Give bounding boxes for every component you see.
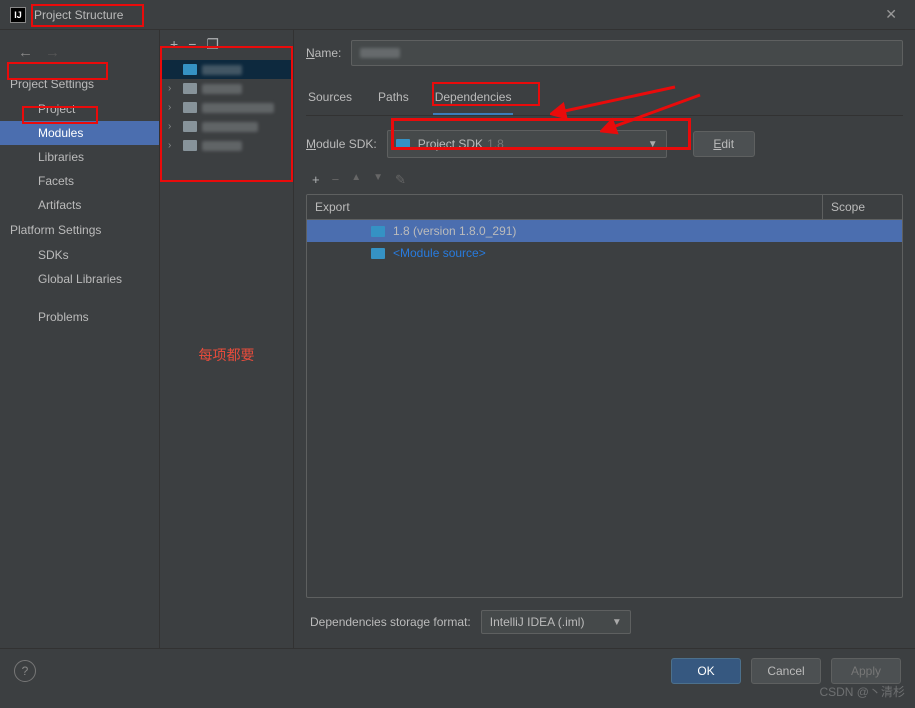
dep-name: 1.8 (version 1.8.0_291) bbox=[393, 224, 516, 238]
tab-dependencies[interactable]: Dependencies bbox=[433, 84, 514, 115]
folder-icon bbox=[371, 248, 385, 259]
remove-module-icon[interactable]: − bbox=[188, 36, 196, 52]
storage-format-select[interactable]: IntelliJ IDEA (.iml) ▼ bbox=[481, 610, 631, 634]
edit-button[interactable]: Edit bbox=[693, 131, 755, 157]
sidebar-item-facets[interactable]: Facets bbox=[0, 169, 159, 193]
folder-icon bbox=[183, 64, 197, 75]
edit-dep-icon[interactable]: ✎ bbox=[395, 172, 406, 188]
column-scope-header: Scope bbox=[822, 195, 902, 219]
chevron-down-icon: ▼ bbox=[648, 139, 658, 150]
sidebar-item-problems[interactable]: Problems bbox=[0, 305, 159, 329]
sdk-name: Project SDK bbox=[418, 137, 483, 151]
column-export-header: Export bbox=[307, 195, 822, 219]
folder-icon bbox=[183, 140, 197, 151]
folder-icon bbox=[183, 121, 197, 132]
chevron-right-icon[interactable]: › bbox=[168, 140, 178, 151]
watermark: CSDN @丶清杉 bbox=[819, 683, 905, 700]
module-name-blurred bbox=[202, 103, 274, 113]
module-item[interactable]: › bbox=[162, 117, 291, 136]
name-value-blurred bbox=[360, 48, 400, 58]
module-name-blurred bbox=[202, 65, 242, 75]
dependencies-table: Export Scope 1.8 (version 1.8.0_291) <Mo… bbox=[306, 194, 903, 598]
sidebar-item-libraries[interactable]: Libraries bbox=[0, 145, 159, 169]
module-item[interactable]: › bbox=[162, 136, 291, 155]
annotation-note: 每项都要 bbox=[160, 339, 293, 371]
table-row[interactable]: <Module source> bbox=[307, 242, 902, 264]
sdk-version: 1.8 bbox=[487, 137, 504, 151]
add-module-icon[interactable]: + bbox=[170, 36, 178, 52]
storage-value: IntelliJ IDEA (.iml) bbox=[490, 615, 585, 629]
folder-icon bbox=[183, 83, 197, 94]
down-icon[interactable]: ▼ bbox=[373, 172, 383, 188]
storage-format-label: Dependencies storage format: bbox=[310, 615, 471, 629]
chevron-down-icon: ▼ bbox=[612, 617, 622, 628]
remove-dep-icon[interactable]: − bbox=[332, 172, 340, 188]
intellij-icon: IJ bbox=[10, 7, 26, 23]
tab-sources[interactable]: Sources bbox=[306, 84, 354, 115]
sidebar-item-project[interactable]: Project bbox=[0, 97, 159, 121]
chevron-right-icon[interactable]: › bbox=[168, 121, 178, 132]
chevron-right-icon[interactable]: › bbox=[168, 83, 178, 94]
module-list-panel: + − ❐ › › › › 每项都要 bbox=[160, 30, 294, 648]
help-button[interactable]: ? bbox=[14, 660, 36, 682]
back-icon[interactable]: ← bbox=[18, 44, 33, 61]
up-icon[interactable]: ▲ bbox=[351, 172, 361, 188]
sidebar-item-modules[interactable]: Modules bbox=[0, 121, 159, 145]
ok-button[interactable]: OK bbox=[671, 658, 741, 684]
chevron-right-icon[interactable]: › bbox=[168, 102, 178, 113]
module-sdk-select[interactable]: Project SDK 1.8 ▼ bbox=[387, 130, 667, 158]
tab-paths[interactable]: Paths bbox=[376, 84, 411, 115]
module-name-blurred bbox=[202, 141, 242, 151]
forward-icon[interactable]: → bbox=[45, 44, 60, 61]
add-dep-icon[interactable]: + bbox=[312, 172, 320, 188]
name-input[interactable] bbox=[351, 40, 903, 66]
table-row[interactable]: 1.8 (version 1.8.0_291) bbox=[307, 220, 902, 242]
project-settings-header: Project Settings bbox=[0, 71, 159, 97]
content-panel: Name: Sources Paths Dependencies Module … bbox=[294, 30, 915, 648]
dep-name: <Module source> bbox=[393, 246, 486, 260]
module-name-blurred bbox=[202, 122, 258, 132]
platform-settings-header: Platform Settings bbox=[0, 217, 159, 243]
sidebar-item-global-libraries[interactable]: Global Libraries bbox=[0, 267, 159, 291]
name-label: Name: bbox=[306, 46, 341, 60]
sidebar: ← → Project Settings Project Modules Lib… bbox=[0, 30, 160, 648]
module-item[interactable]: › bbox=[162, 79, 291, 98]
folder-icon bbox=[371, 226, 385, 237]
module-name-blurred bbox=[202, 84, 242, 94]
cancel-button[interactable]: Cancel bbox=[751, 658, 821, 684]
sidebar-item-artifacts[interactable]: Artifacts bbox=[0, 193, 159, 217]
module-item[interactable] bbox=[162, 60, 291, 79]
apply-button[interactable]: Apply bbox=[831, 658, 901, 684]
module-item[interactable]: › bbox=[162, 98, 291, 117]
sidebar-item-sdks[interactable]: SDKs bbox=[0, 243, 159, 267]
folder-icon bbox=[396, 139, 410, 150]
copy-module-icon[interactable]: ❐ bbox=[206, 36, 219, 53]
close-icon[interactable]: ✕ bbox=[877, 2, 905, 27]
window-title: Project Structure bbox=[34, 8, 123, 22]
folder-icon bbox=[183, 102, 197, 113]
module-sdk-label: Module SDK: bbox=[306, 137, 377, 151]
